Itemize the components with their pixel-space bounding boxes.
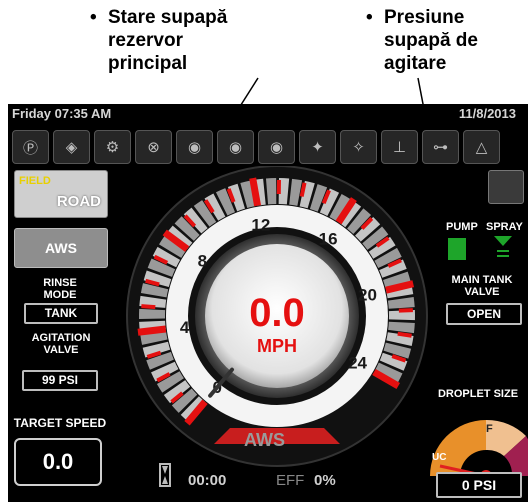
main-tank-valve-value[interactable]: OPEN [446, 303, 522, 325]
field-road-toggle[interactable]: FIELD ROAD [14, 170, 108, 218]
minor-tick [397, 331, 412, 338]
spray-indicator-icon[interactable] [494, 236, 512, 260]
minor-tick [398, 308, 413, 313]
minor-tick [141, 304, 156, 310]
hitch-icon[interactable]: ⊶ [422, 130, 459, 164]
road-label: ROAD [56, 193, 101, 210]
direction-icon[interactable]: ◈ [53, 130, 90, 164]
droplet-size-label: DROPLET SIZE [437, 388, 519, 400]
agitation-label-line: AGITATION [31, 332, 91, 344]
rinse-mode-label-line: MODE [43, 289, 77, 301]
target-speed-value[interactable]: 0.0 [14, 438, 102, 486]
p-icon[interactable]: Ⓟ [12, 130, 49, 164]
footer-mode: AWS [244, 430, 286, 450]
tick-label: 24 [348, 354, 367, 373]
tick-label: 12 [251, 215, 270, 234]
major-tick [137, 325, 167, 336]
pump-label: PUMP [446, 221, 478, 233]
major-tick [249, 177, 261, 207]
engine-icon[interactable]: ⊗ [135, 130, 172, 164]
tick-label: 4 [180, 318, 190, 337]
menu-button[interactable] [488, 170, 524, 204]
boom-icon[interactable]: ⚙ [94, 130, 131, 164]
footer-eff-label: EFF [276, 472, 305, 489]
lift-icon[interactable]: ⊥ [381, 130, 418, 164]
agitation-label-line: VALVE [43, 344, 79, 356]
spray-label: SPRAY [486, 221, 523, 233]
footer-time: 00:00 [188, 472, 227, 489]
icon-toolbar: Ⓟ ◈ ⚙ ⊗ ◉ ◉ ◉ ✦ ✧ ⊥ ⊶ △ [12, 130, 524, 164]
rinse-mode-label-line: RINSE [43, 277, 77, 289]
agitation-valve-value[interactable]: 99 PSI [22, 370, 98, 391]
main-tank-label-line: VALVE [464, 286, 500, 298]
tick-label: 8 [198, 251, 207, 270]
footer-eff-value: 0% [314, 472, 336, 489]
spray-pressure-value: 0 PSI [436, 472, 522, 498]
target-speed-label: TARGET SPEED [13, 416, 107, 430]
hourglass-icon [159, 463, 171, 487]
dial-segment [139, 308, 166, 320]
tractor3-icon[interactable]: ◉ [258, 130, 295, 164]
agitation-valve-label: AGITATION VALVE [16, 332, 106, 356]
minor-tick [299, 182, 307, 197]
rinse-mode-value[interactable]: TANK [24, 303, 98, 324]
tick-label: 16 [319, 229, 338, 248]
speed-unit: MPH [257, 336, 297, 356]
tractor2-icon[interactable]: ◉ [217, 130, 254, 164]
display-screen: Friday 07:35 AM 11/8/2013 Ⓟ ◈ ⚙ ⊗ ◉ ◉ ◉ … [8, 104, 528, 502]
droplet-mark-f: F [486, 423, 493, 435]
main-tank-label-line: MAIN TANK [451, 274, 513, 286]
fan-icon[interactable]: ✦ [299, 130, 336, 164]
main-tank-valve-label: MAIN TANK VALVE [436, 274, 528, 298]
header-day-time: Friday 07:35 AM [12, 106, 112, 121]
field-label: FIELD [19, 175, 51, 187]
tick-label: 20 [358, 286, 377, 305]
speed-value: 0.0 [249, 291, 305, 335]
aws-button[interactable]: AWS [14, 228, 108, 268]
rinse-mode-label: RINSE MODE [20, 277, 100, 301]
fan2-icon[interactable]: ✧ [340, 130, 377, 164]
pump-indicator-icon[interactable] [448, 238, 466, 260]
hazard-icon[interactable]: △ [463, 130, 500, 164]
tractor-icon[interactable]: ◉ [176, 130, 213, 164]
header-date: 11/8/2013 [458, 106, 516, 121]
